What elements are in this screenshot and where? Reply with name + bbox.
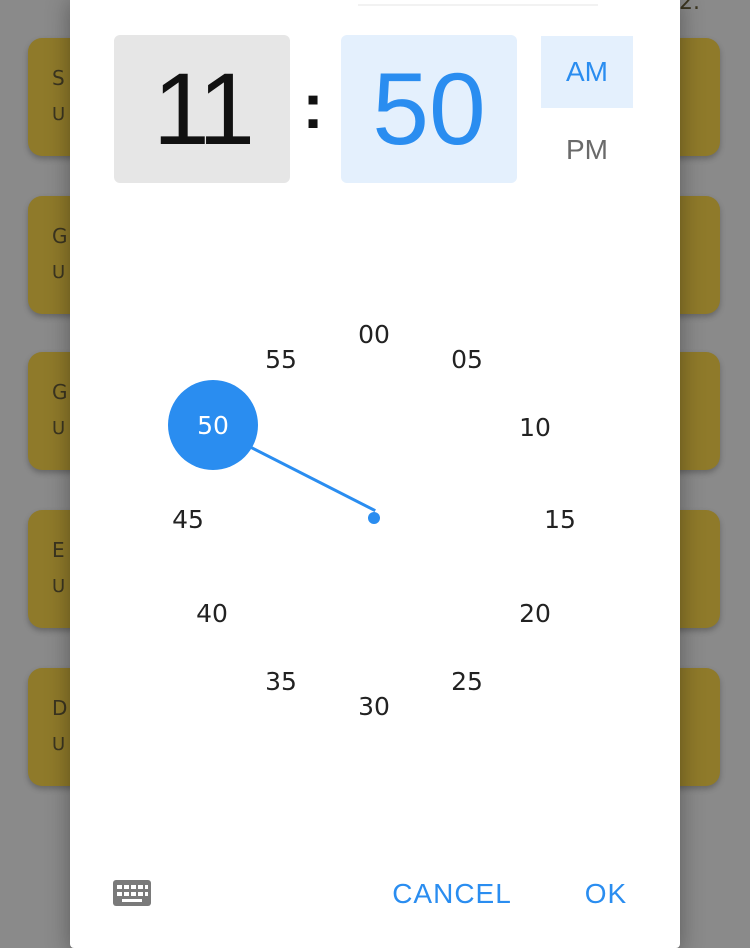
- card-subtext: U: [52, 418, 66, 439]
- minute-option-05[interactable]: 05: [437, 339, 497, 379]
- minute-option-20[interactable]: 20: [505, 593, 565, 633]
- minute-option-15[interactable]: 15: [530, 499, 590, 539]
- clock-center-dot: [368, 512, 380, 524]
- background-overflow-text: 2.: [679, 0, 700, 15]
- time-separator: :: [302, 70, 324, 142]
- minute-option-40[interactable]: 40: [182, 593, 242, 633]
- card-subtext: U: [52, 262, 66, 283]
- minute-display[interactable]: 50: [341, 35, 517, 183]
- card-initial: G: [52, 380, 68, 404]
- divider: [358, 4, 598, 6]
- card-initial: E: [52, 538, 65, 562]
- hour-display[interactable]: 11: [114, 35, 290, 183]
- card-initial: G: [52, 224, 68, 248]
- minute-option-25[interactable]: 25: [437, 661, 497, 701]
- minute-option-00[interactable]: 00: [344, 314, 404, 354]
- am-toggle[interactable]: AM: [541, 36, 633, 108]
- card-subtext: U: [52, 734, 66, 755]
- pm-toggle[interactable]: PM: [541, 114, 633, 186]
- time-picker-dialog: 11 : 50 AM PM 00 05 10 15 20 25 30 35 40…: [70, 0, 680, 948]
- cancel-button[interactable]: CANCEL: [382, 872, 522, 916]
- minute-option-55[interactable]: 55: [251, 339, 311, 379]
- selected-minute-handle[interactable]: 50: [168, 380, 258, 470]
- minute-option-10[interactable]: 10: [505, 407, 565, 447]
- card-subtext: U: [52, 104, 66, 125]
- card-subtext: U: [52, 576, 66, 597]
- card-initial: S: [52, 66, 65, 90]
- ok-button[interactable]: OK: [576, 872, 636, 916]
- minute-option-30[interactable]: 30: [344, 686, 404, 726]
- card-initial: D: [52, 696, 68, 720]
- keyboard-icon[interactable]: [113, 880, 151, 906]
- minute-option-45[interactable]: 45: [158, 499, 218, 539]
- minute-option-35[interactable]: 35: [251, 661, 311, 701]
